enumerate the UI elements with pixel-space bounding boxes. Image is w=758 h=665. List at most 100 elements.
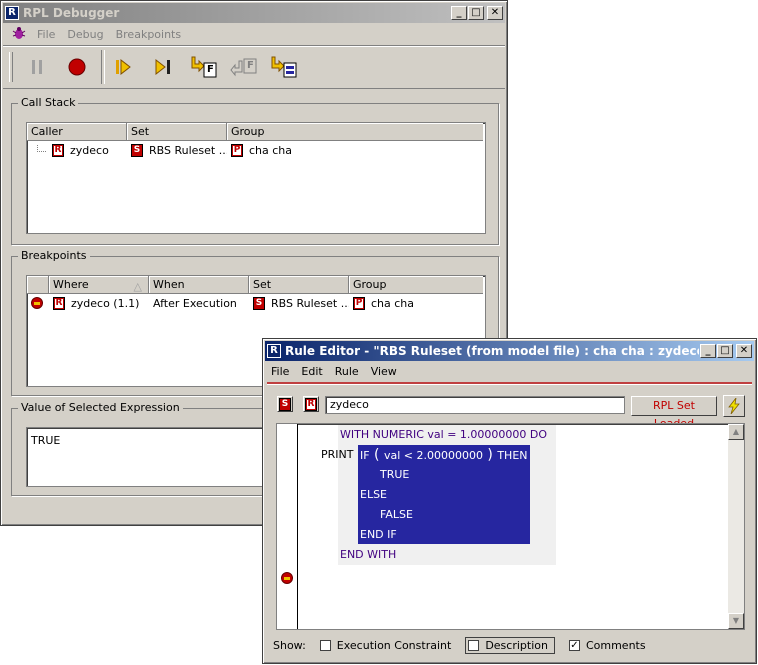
group-text: cha cha <box>249 143 293 157</box>
execution-constraint-checkbox[interactable] <box>319 639 331 651</box>
minimize-button[interactable]: _ <box>700 344 716 358</box>
rule-icon: R <box>53 296 65 310</box>
call-stack-table: Caller Set Group R zydeco S RBS Ruleset … <box>26 122 486 234</box>
rule-icon: R <box>305 397 317 411</box>
bp-group-cell: P cha cha <box>349 296 483 310</box>
tree-line <box>37 143 46 152</box>
if-keyword: IF <box>360 449 370 462</box>
col-where[interactable]: Where △ <box>49 276 149 294</box>
bp-set-text: RBS Ruleset ... <box>271 296 349 310</box>
col-set[interactable]: Set <box>127 123 227 141</box>
step-back-button[interactable]: F <box>229 55 259 79</box>
if-line: IF ( val < 2.00000000 ) THEN <box>360 447 528 463</box>
comments-checkbox[interactable]: ✓ <box>568 639 580 651</box>
show-options: Show: Execution Constraint Description ✓… <box>273 636 646 654</box>
col-when[interactable]: When <box>149 276 249 294</box>
show-label: Show: <box>273 638 306 652</box>
continue-button[interactable] <box>111 55 135 79</box>
if-condition: val < 2.00000000 <box>383 449 483 462</box>
description-label: Description <box>485 638 548 652</box>
debugger-titlebar[interactable]: R RPL Debugger _ □ ✕ <box>3 3 505 23</box>
minimize-button[interactable]: _ <box>451 6 467 20</box>
step-button[interactable] <box>151 55 175 79</box>
rpl-set-loaded-button[interactable]: RPL Set Loaded <box>631 396 717 430</box>
with-line: WITH NUMERIC val = 1.00000000 DO <box>340 428 548 441</box>
call-stack-group: Call Stack Caller Set Group R zydeco S R… <box>11 96 499 245</box>
lightning-button[interactable] <box>723 395 745 417</box>
description-checkbox[interactable] <box>468 639 480 651</box>
scroll-up-button[interactable]: ▲ <box>728 424 744 440</box>
editor-titlebar[interactable]: R Rule Editor - "RBS Ruleset (from model… <box>265 341 754 361</box>
comments-label: Comments <box>585 638 646 652</box>
pause-button[interactable] <box>25 55 49 79</box>
app-icon: R <box>267 344 281 358</box>
breakpoint-icon[interactable] <box>281 572 293 584</box>
endif-line: END IF <box>360 528 397 541</box>
maximize-button[interactable]: □ <box>717 344 733 358</box>
close-button[interactable]: ✕ <box>487 6 503 20</box>
app-icon: R <box>5 6 19 20</box>
menu-rule[interactable]: Rule <box>329 365 365 378</box>
ruleset-icon: S <box>253 296 265 310</box>
menu-file[interactable]: File <box>265 365 295 378</box>
bp-group-text: cha cha <box>371 296 415 310</box>
expression-value: TRUE <box>31 434 61 447</box>
rule-button[interactable]: R <box>303 396 319 412</box>
false-line: FALSE <box>380 508 413 521</box>
breakpoint-icon <box>31 297 43 309</box>
code-editor[interactable]: PRINT WITH NUMERIC val = 1.00000000 DO I… <box>276 423 745 630</box>
rule-name-input[interactable]: zydeco <box>325 396 625 414</box>
policy-group-icon: P <box>231 143 243 157</box>
close-button[interactable]: ✕ <box>736 344 752 358</box>
ruleset-icon: S <box>279 397 291 411</box>
editor-menubar: File Edit Rule View <box>265 362 754 380</box>
step-forward-label: F <box>207 64 214 75</box>
col-where-label: Where <box>53 278 89 291</box>
print-keyword: PRINT <box>320 448 354 461</box>
endwith-line: END WITH <box>340 548 397 561</box>
menu-edit[interactable]: Edit <box>295 365 328 378</box>
col-bp-group[interactable]: Group <box>349 276 483 294</box>
menu-file[interactable]: File <box>31 28 61 41</box>
gutter <box>277 424 298 629</box>
window-title: RPL Debugger <box>23 6 120 20</box>
set-cell: S RBS Ruleset ... <box>127 143 227 157</box>
set-text: RBS Ruleset ... <box>149 143 227 157</box>
stop-button[interactable] <box>65 55 89 79</box>
vertical-scrollbar[interactable]: ▲ ▼ <box>728 424 744 629</box>
menu-view[interactable]: View <box>365 365 403 378</box>
menu-debug[interactable]: Debug <box>61 28 109 41</box>
col-marker <box>27 276 49 294</box>
maximize-button[interactable]: □ <box>468 6 484 20</box>
col-caller[interactable]: Caller <box>27 123 127 141</box>
menu-breakpoints[interactable]: Breakpoints <box>110 28 188 41</box>
where-text: zydeco (1.1) <box>71 296 140 310</box>
editor-title: Rule Editor - "RBS Ruleset (from model f… <box>285 344 699 358</box>
policy-group-icon: P <box>353 296 365 310</box>
caller-cell: R zydeco <box>27 143 127 157</box>
ruleset-button[interactable]: S <box>277 396 293 412</box>
sort-ascending-icon: △ <box>133 280 142 293</box>
table-row[interactable]: R zydeco (1.1) After Execution S RBS Rul… <box>27 294 485 312</box>
table-row[interactable]: R zydeco S RBS Ruleset ... P cha cha <box>27 141 485 159</box>
when-text: After Execution <box>153 296 237 310</box>
scroll-down-button[interactable]: ▼ <box>728 613 744 629</box>
breakpoints-label: Breakpoints <box>18 249 90 262</box>
stop-icon <box>68 58 86 76</box>
step-list-button[interactable] <box>269 55 299 79</box>
else-line: ELSE <box>360 488 388 501</box>
col-group[interactable]: Group <box>227 123 483 141</box>
marker-cell <box>27 297 49 309</box>
rule-name-value: zydeco <box>330 398 369 411</box>
caller-text: zydeco <box>70 143 109 157</box>
bp-set-cell: S RBS Ruleset ... <box>249 296 349 310</box>
call-stack-label: Call Stack <box>18 96 79 109</box>
step-back-icon <box>230 58 257 77</box>
description-toggle[interactable]: Description <box>465 636 555 654</box>
step-into-icon <box>116 59 131 75</box>
debugger-menubar: File Debug Breakpoints <box>3 25 505 43</box>
group-cell: P cha cha <box>227 143 483 157</box>
col-bp-set[interactable]: Set <box>249 276 349 294</box>
step-list-icon <box>271 56 297 78</box>
step-forward-button[interactable]: F <box>189 55 219 79</box>
